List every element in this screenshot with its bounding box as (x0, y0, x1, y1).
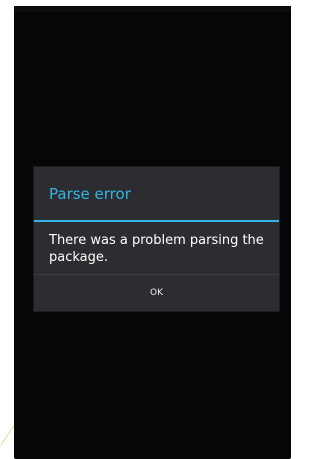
dialog-title: Parse error (49, 184, 131, 203)
screenshot-page: Parse error There was a problem parsing … (0, 0, 298, 459)
dialog-message: There was a problem parsing the package. (49, 233, 264, 265)
ok-button[interactable]: OK (34, 275, 279, 312)
status-bar (14, 6, 291, 12)
phone-screen: Parse error There was a problem parsing … (14, 6, 291, 459)
parse-error-dialog: Parse error There was a problem parsing … (34, 167, 279, 311)
